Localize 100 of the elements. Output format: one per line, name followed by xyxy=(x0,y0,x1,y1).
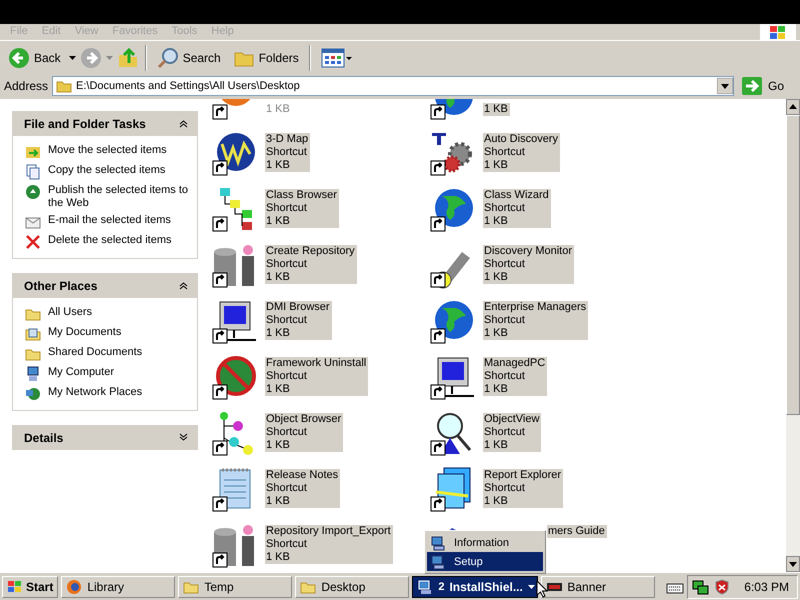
pane-header[interactable]: File and Folder Tasks xyxy=(12,111,198,136)
task-link[interactable]: Delete the selected items xyxy=(48,234,172,247)
scroll-thumb[interactable] xyxy=(786,115,800,415)
pane-header[interactable]: Other Places xyxy=(12,273,198,298)
file-size: 1 KB xyxy=(484,383,509,396)
file-size: 1 KB xyxy=(266,327,291,340)
collapse-chevron-icon[interactable] xyxy=(179,118,188,129)
file-name[interactable]: Release Notes xyxy=(266,469,338,482)
group-count: 2 xyxy=(438,580,444,592)
file-type: Shortcut xyxy=(484,482,526,495)
menu-item[interactable]: Setup xyxy=(427,552,543,571)
file-size: 1 KB xyxy=(484,103,508,116)
file-type: Shortcut xyxy=(266,370,308,383)
dropdown-caret-icon[interactable] xyxy=(68,56,76,60)
windows-flag-icon xyxy=(769,25,787,41)
move-icon xyxy=(25,144,41,160)
file-name[interactable]: mers Guide xyxy=(548,525,605,538)
file-size: 1 KB xyxy=(484,439,509,452)
dropdown-caret-icon xyxy=(528,584,535,588)
file-name[interactable]: DMI Browser xyxy=(266,301,330,314)
file-name[interactable]: Discovery Monitor xyxy=(484,245,572,258)
copy-icon xyxy=(25,164,41,180)
place-link[interactable]: My Computer xyxy=(48,366,114,379)
task-link[interactable]: Publish the selected items to the Web xyxy=(48,184,191,210)
computer-icon xyxy=(430,554,446,570)
file-name[interactable]: Auto Discovery xyxy=(484,133,558,146)
taskbar-button[interactable]: Temp xyxy=(178,576,292,598)
file-name[interactable]: ManagedPC xyxy=(484,357,546,370)
vertical-scrollbar[interactable] xyxy=(786,99,800,572)
folder-icon xyxy=(56,79,72,93)
start-button[interactable]: Start xyxy=(2,576,58,598)
file-size: 1 KB xyxy=(484,271,509,284)
dropdown-arrow-icon[interactable] xyxy=(716,78,733,94)
file-name[interactable]: Enterprise Managers xyxy=(484,301,586,314)
file-size: 1 KB xyxy=(266,103,290,116)
scroll-up-icon[interactable] xyxy=(786,99,800,115)
search-icon xyxy=(156,47,179,69)
globe-icon xyxy=(25,184,41,200)
collapse-chevron-icon[interactable] xyxy=(179,280,188,291)
computer-icon xyxy=(25,366,41,382)
view-grid-icon xyxy=(320,47,353,69)
file-name[interactable]: 3-D Map xyxy=(266,133,308,146)
file-size: 1 KB xyxy=(484,495,509,508)
pane-header[interactable]: Details xyxy=(12,425,198,450)
file-type: Shortcut xyxy=(484,314,526,327)
shield-icon[interactable] xyxy=(714,578,730,594)
documents-folder-icon xyxy=(25,326,41,342)
file-type: Shortcut xyxy=(266,146,308,159)
network-icon[interactable] xyxy=(692,578,710,594)
file-type: Shortcut xyxy=(266,258,308,271)
taskbar-button[interactable]: Desktop xyxy=(295,576,410,598)
file-name[interactable]: Class Wizard xyxy=(484,189,549,202)
taskbar-button[interactable]: 2 InstallShiel... xyxy=(412,576,538,598)
scroll-down-icon[interactable] xyxy=(786,556,800,572)
file-name[interactable]: Report Explorer xyxy=(484,469,562,482)
computer-icon xyxy=(430,534,446,550)
browser-icon xyxy=(66,578,82,594)
clock: 6:03 PM xyxy=(744,580,789,594)
file-name[interactable]: Framework Uninstall xyxy=(266,357,366,370)
network-icon xyxy=(25,386,41,402)
file-type: Shortcut xyxy=(266,314,308,327)
file-size: 1 KB xyxy=(266,439,291,452)
file-name[interactable]: ObjectView xyxy=(484,413,540,426)
search-button[interactable]: Search xyxy=(152,45,225,71)
task-link[interactable]: Move the selected items xyxy=(48,144,167,157)
place-link[interactable]: My Network Places xyxy=(48,386,142,399)
taskbar-button[interactable]: Banner xyxy=(541,576,656,598)
file-type: Shortcut xyxy=(266,426,308,439)
file-type: Shortcut xyxy=(484,426,526,439)
file-size: 1 KB xyxy=(484,327,509,340)
address-label: Address xyxy=(4,79,48,93)
expand-chevron-icon[interactable] xyxy=(179,432,188,443)
file-name[interactable]: Class Browser xyxy=(266,189,337,202)
taskbar-button[interactable]: Library xyxy=(61,576,176,598)
file-name[interactable]: Object Browser xyxy=(266,413,342,426)
file-size: 1 KB xyxy=(266,215,291,228)
task-link[interactable]: E-mail the selected items xyxy=(48,214,171,227)
menu-item[interactable]: Information xyxy=(427,533,543,552)
file-size: 1 KB xyxy=(484,159,509,172)
windows-flag-icon xyxy=(7,580,23,594)
file-name[interactable]: Repository Import_Export xyxy=(266,525,391,538)
file-type: Shortcut xyxy=(484,146,526,159)
go-arrow-icon xyxy=(742,77,762,95)
place-link[interactable]: Shared Documents xyxy=(48,346,142,359)
go-button[interactable]: Go xyxy=(738,77,796,95)
folders-button[interactable]: Folders xyxy=(228,45,303,71)
file-size: 1 KB xyxy=(266,383,291,396)
back-button[interactable]: Back xyxy=(4,45,65,71)
file-type: Shortcut xyxy=(266,202,308,215)
place-link[interactable]: All Users xyxy=(48,306,92,319)
file-size: 1 KB xyxy=(484,215,509,228)
task-link[interactable]: Copy the selected items xyxy=(48,164,166,177)
address-field[interactable]: E:\Documents and Settings\All Users\Desktop xyxy=(52,76,734,96)
place-link[interactable]: My Documents xyxy=(48,326,122,339)
file-size: 1 KB xyxy=(266,271,291,284)
file-size: 1 KB xyxy=(266,159,291,172)
file-type: Shortcut xyxy=(484,258,526,271)
file-name[interactable]: Create Repository xyxy=(266,245,355,258)
file-type: Shortcut xyxy=(484,370,526,383)
file-type: Shortcut xyxy=(266,538,308,551)
